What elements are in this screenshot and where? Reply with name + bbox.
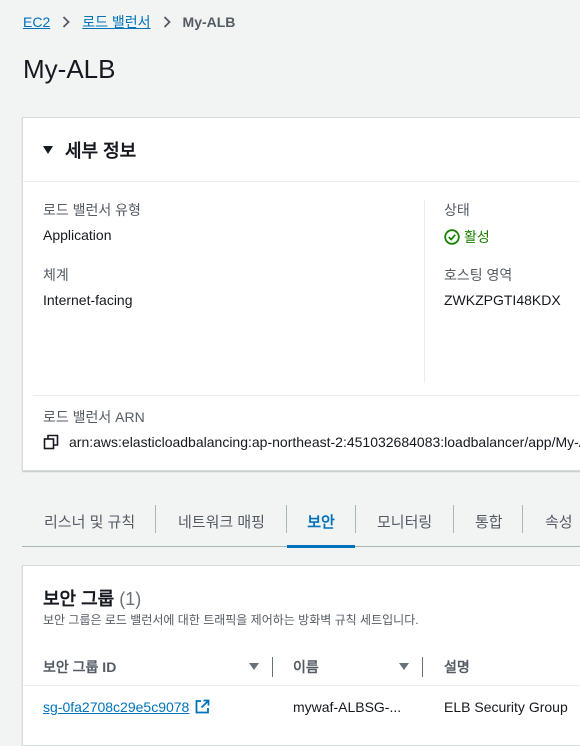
page-title: My-ALB [23,54,116,84]
tab-monitoring[interactable]: 모니터링 [377,497,432,546]
divider [33,395,580,396]
hosted-zone-label: 호스팅 영역 [444,267,513,283]
sg-name-cell: mywaf-ALBSG-... [293,698,402,715]
details-header[interactable]: 세부 정보 [23,118,580,182]
tab-network-mapping[interactable]: 네트워크 매핑 [178,497,265,546]
arn-row: arn:aws:elasticloadbalancing:ap-northeas… [43,434,580,450]
security-groups-heading: 보안 그룹 [43,589,115,609]
arn-label: 로드 밸런서 ARN [43,409,145,425]
field-arn: 로드 밸런서 ARN arn:aws:elasticloadbalancing:… [43,407,580,450]
security-groups-count: (1) [119,589,142,609]
tab-attributes[interactable]: 속성 [545,497,573,546]
breadcrumb-link-load-balancers[interactable]: 로드 밸런서 [82,12,150,32]
check-circle-icon [444,229,460,245]
status-label: 상태 [444,202,470,218]
column-divider [424,200,425,383]
tab-divider [155,505,156,533]
security-groups-panel: 보안 그룹 (1) 보안 그룹은 로드 밸런서에 대한 트래픽을 제어하는 방화… [22,565,580,746]
security-groups-title: 보안 그룹 (1) [43,585,141,611]
tab-divider [453,505,454,533]
tab-divider [522,505,523,533]
tab-integration[interactable]: 통합 [475,497,503,546]
tab-divider [355,505,356,533]
breadcrumb-current: My-ALB [182,14,236,30]
table-header: 보안 그룹 ID 이름 설명 [23,648,580,686]
status-text: 활성 [464,229,490,245]
sg-id-link[interactable]: sg-0fa2708c29e5c9078 [43,699,189,715]
column-divider[interactable] [272,657,273,677]
sg-id-cell: sg-0fa2708c29e5c9078 [43,686,210,727]
column-header-name[interactable]: 이름 [293,648,319,686]
breadcrumb-link-ec2[interactable]: EC2 [23,14,50,30]
sort-caret-icon[interactable] [249,663,259,670]
tab-security[interactable]: 보안 [287,497,355,548]
column-divider[interactable] [422,657,423,677]
column-header-description[interactable]: 설명 [444,648,470,686]
field-status: 상태 활성 [444,200,490,247]
column-header-sg-id[interactable]: 보안 그룹 ID [43,648,116,686]
scheme-value: Internet-facing [43,292,133,308]
chevron-right-icon [163,16,171,28]
caret-down-icon[interactable] [43,145,53,154]
lb-type-label: 로드 밸런서 유형 [43,202,141,218]
security-groups-description: 보안 그룹은 로드 밸런서에 대한 트래픽을 제어하는 방화벽 규칙 세트입니다… [43,613,419,627]
sg-description-cell: ELB Security Group [444,698,568,715]
tab-active-indicator [287,545,355,548]
chevron-right-icon [62,16,71,28]
details-panel: 세부 정보 로드 밸런서 유형 Application 체계 Internet-… [22,117,580,471]
field-scheme: 체계 Internet-facing [43,265,133,308]
breadcrumb: EC2 로드 밸런서 My-ALB [23,12,235,32]
tab-security-label: 보안 [307,514,335,531]
field-hosted-zone: 호스팅 영역 ZWKZPGTI48KDX [444,265,561,308]
details-title: 세부 정보 [65,140,137,161]
arn-value: arn:aws:elasticloadbalancing:ap-northeas… [69,434,580,450]
sort-caret-icon[interactable] [399,663,409,670]
external-link-icon[interactable] [195,699,210,714]
status-value: 활성 [444,227,490,247]
scheme-label: 체계 [43,267,69,283]
hosted-zone-value: ZWKZPGTI48KDX [444,292,561,308]
copy-icon[interactable] [43,434,59,450]
field-lb-type: 로드 밸런서 유형 Application [43,200,141,243]
tab-bar: 리스너 및 규칙 네트워크 매핑 보안 모니터링 통합 속성 [22,497,580,548]
table-row: sg-0fa2708c29e5c9078 mywaf-ALBSG-... ELB… [23,686,580,727]
tab-listeners-rules[interactable]: 리스너 및 규칙 [44,497,135,546]
lb-type-value: Application [43,227,112,243]
